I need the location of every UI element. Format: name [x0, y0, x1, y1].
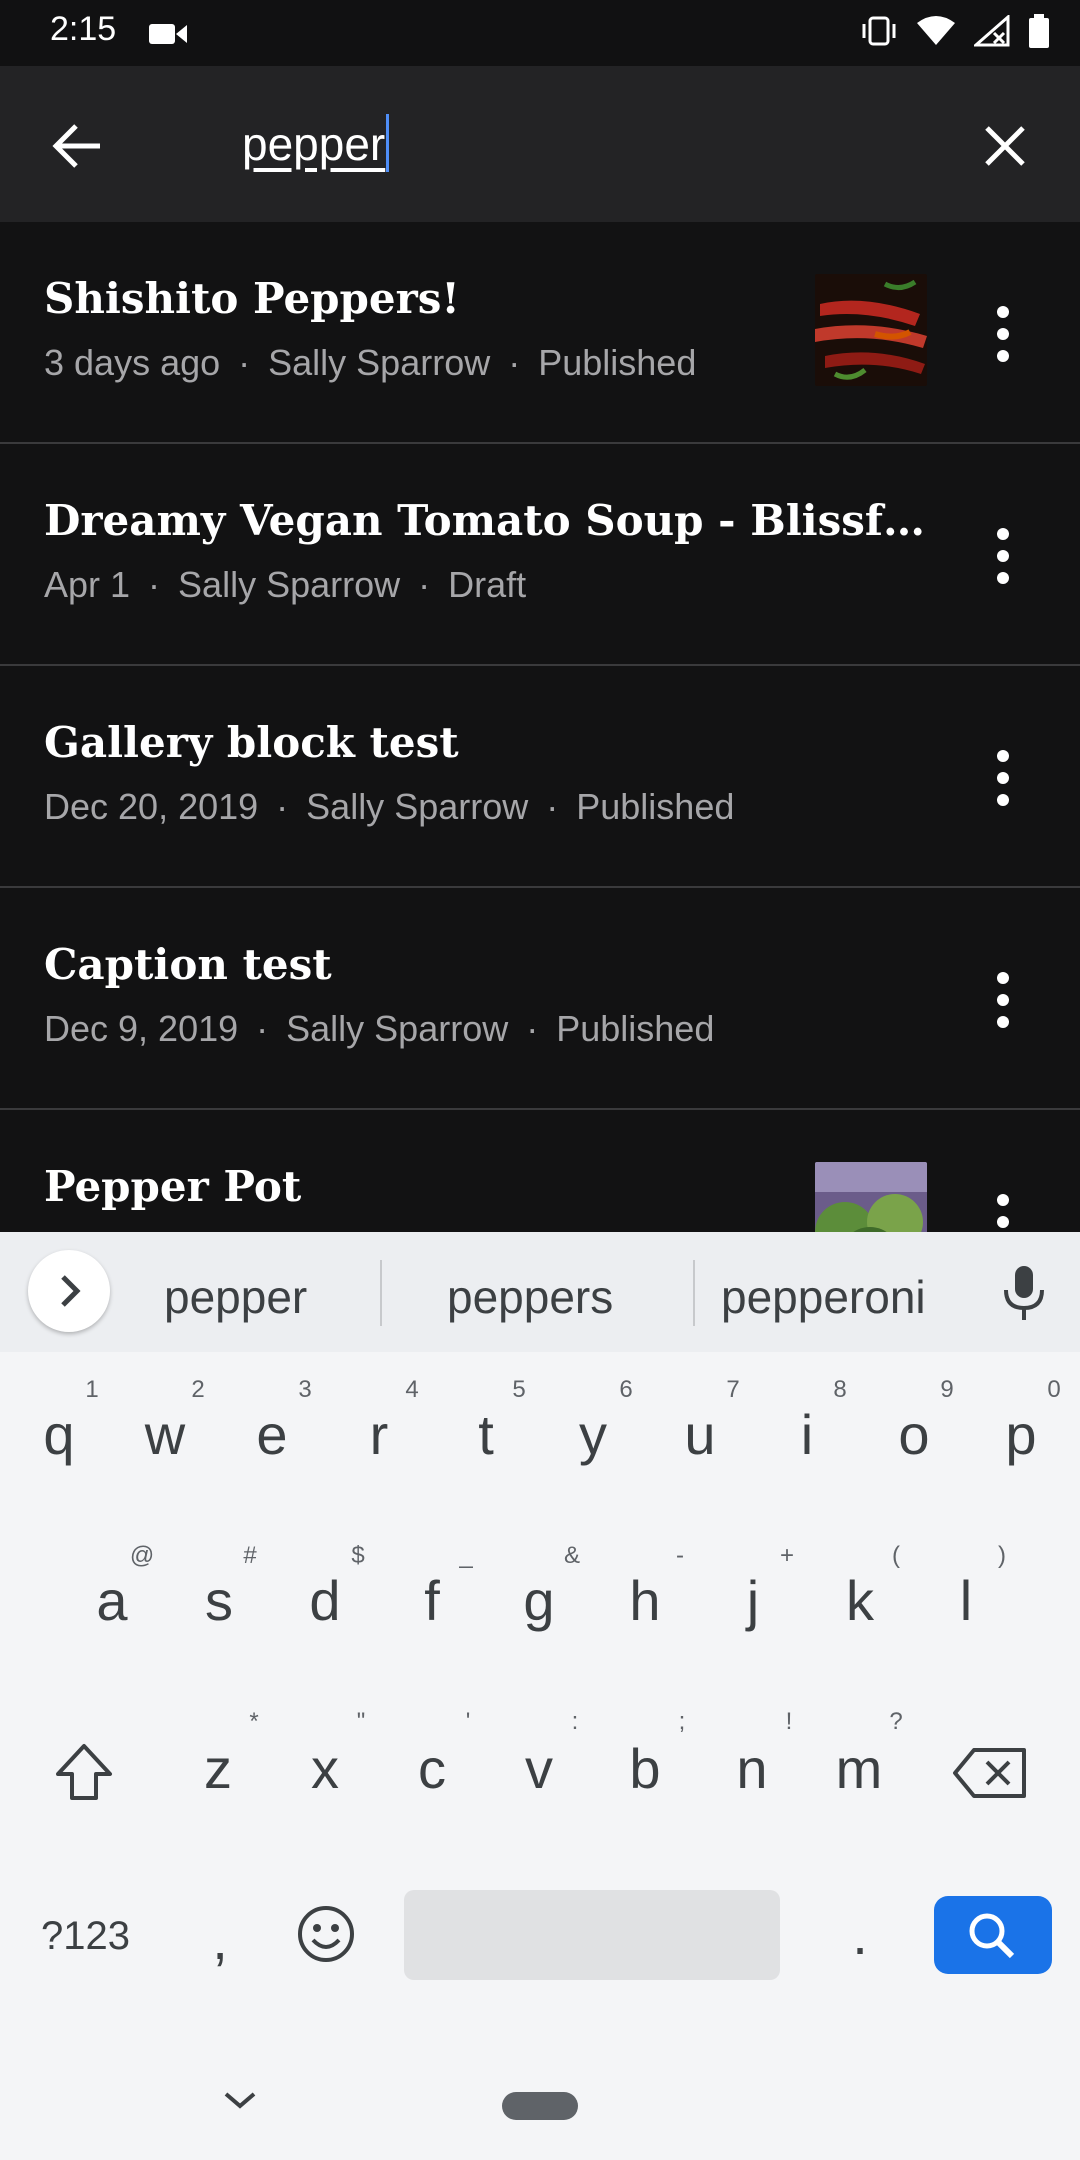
more-options-icon[interactable]	[985, 970, 1021, 1030]
more-options-icon[interactable]	[985, 1192, 1021, 1232]
key-d[interactable]: d	[285, 1568, 365, 1633]
key-z[interactable]: z	[178, 1736, 258, 1801]
key-y[interactable]: y	[553, 1402, 633, 1467]
key-r[interactable]: r	[339, 1402, 419, 1467]
close-icon[interactable]	[975, 116, 1035, 176]
post-meta: Dec 20, 2019 · Sally Sparrow · Published	[44, 786, 735, 827]
post-thumbnail	[815, 274, 927, 386]
key-b[interactable]: b	[605, 1736, 685, 1801]
key-c[interactable]: c	[392, 1736, 472, 1801]
post-date: Dec 20, 2019	[44, 786, 259, 827]
post-author: Sally Sparrow	[178, 564, 401, 605]
key-q[interactable]: q	[19, 1402, 99, 1467]
period-key[interactable]: .	[820, 1902, 900, 1967]
post-thumbnail	[815, 1162, 927, 1232]
expand-toolbar-button[interactable]	[28, 1250, 110, 1332]
status-bar: 2:15	[0, 0, 1080, 66]
post-title: Dreamy Vegan Tomato Soup - Blissful B...	[44, 496, 944, 545]
search-toolbar: pepper	[0, 66, 1080, 222]
post-status: Draft	[448, 564, 527, 605]
shift-key[interactable]	[52, 1740, 116, 1804]
home-handle[interactable]	[502, 2092, 578, 2120]
symbols-key[interactable]: ?123	[41, 1914, 130, 1959]
text-cursor	[386, 114, 390, 172]
post-status: Published	[556, 1008, 715, 1049]
divider	[693, 1260, 695, 1326]
search-query-text: pepper	[242, 118, 386, 170]
key-o[interactable]: o	[874, 1402, 954, 1467]
post-title: Gallery block test	[44, 718, 459, 767]
status-icons	[860, 14, 1050, 48]
post-author: Sally Sparrow	[268, 342, 491, 383]
list-item[interactable]: Pepper Pot	[0, 1110, 1080, 1232]
microphone-icon[interactable]	[1000, 1264, 1048, 1324]
key-l[interactable]: l	[926, 1568, 1006, 1633]
key-s[interactable]: s	[179, 1568, 259, 1633]
key-g[interactable]: g	[499, 1568, 579, 1633]
post-author: Sally Sparrow	[286, 1008, 509, 1049]
key-i[interactable]: i	[767, 1402, 847, 1467]
key-p[interactable]: p	[981, 1402, 1061, 1467]
post-status: Published	[576, 786, 735, 827]
key-k[interactable]: k	[820, 1568, 900, 1633]
cell-signal-icon	[974, 15, 1010, 47]
wifi-icon	[917, 16, 955, 45]
search-submit-button[interactable]	[934, 1896, 1052, 1974]
key-t[interactable]: t	[446, 1402, 526, 1467]
vibrate-icon	[862, 16, 896, 46]
hide-keyboard-icon[interactable]	[222, 2088, 258, 2112]
suggestion-strip: pepper peppers pepperoni	[0, 1232, 1080, 1352]
video-camera-icon	[149, 24, 187, 44]
list-item[interactable]: Shishito Peppers! 3 days ago · Sally Sparr…	[0, 222, 1080, 444]
suggestion-2[interactable]: peppers	[447, 1270, 613, 1324]
key-j[interactable]: j	[713, 1568, 793, 1633]
post-title: Shishito Peppers!	[44, 274, 460, 323]
on-screen-keyboard: pepper peppers pepperoni 1q 2w 3e 4r 5t …	[0, 1232, 1080, 2160]
key-f[interactable]: f	[392, 1568, 472, 1633]
status-time: 2:15	[50, 10, 117, 48]
comma-key[interactable]: ,	[180, 1907, 260, 1972]
search-input[interactable]: pepper	[242, 114, 390, 172]
post-meta: Apr 1 · Sally Sparrow · Draft	[44, 564, 527, 605]
post-status: Published	[538, 342, 697, 383]
emoji-icon[interactable]	[296, 1904, 356, 1964]
suggestion-1[interactable]: pepper	[164, 1270, 307, 1324]
suggestion-3[interactable]: pepperoni	[721, 1270, 926, 1324]
back-arrow-icon[interactable]	[48, 116, 108, 176]
backspace-key[interactable]	[952, 1746, 1028, 1800]
post-meta: 3 days ago · Sally Sparrow · Published	[44, 342, 697, 383]
chevron-right-icon	[61, 1275, 81, 1307]
list-item[interactable]: Dreamy Vegan Tomato Soup - Blissful B...…	[0, 444, 1080, 666]
post-title: Pepper Pot	[44, 1162, 302, 1211]
key-x[interactable]: x	[285, 1736, 365, 1801]
battery-icon	[1029, 14, 1049, 48]
more-options-icon[interactable]	[985, 748, 1021, 808]
post-meta: Dec 9, 2019 · Sally Sparrow · Published	[44, 1008, 715, 1049]
space-bar[interactable]	[404, 1890, 780, 1980]
post-title: Caption test	[44, 940, 332, 989]
key-u[interactable]: u	[660, 1402, 740, 1467]
key-w[interactable]: w	[125, 1402, 205, 1467]
post-author: Sally Sparrow	[306, 786, 529, 827]
key-v[interactable]: v	[499, 1736, 579, 1801]
list-item[interactable]: Gallery block test Dec 20, 2019 · Sally Sp…	[0, 666, 1080, 888]
post-list: Shishito Peppers! 3 days ago · Sally Sparr…	[0, 222, 1080, 1232]
list-item[interactable]: Caption test Dec 9, 2019 · Sally Sparrow · P…	[0, 888, 1080, 1110]
key-a[interactable]: a	[72, 1568, 152, 1633]
key-n[interactable]: n	[712, 1736, 792, 1801]
more-options-icon[interactable]	[985, 526, 1021, 586]
key-e[interactable]: e	[232, 1402, 312, 1467]
post-date: 3 days ago	[44, 342, 221, 383]
more-options-icon[interactable]	[985, 304, 1021, 364]
search-icon	[969, 1913, 1015, 1959]
divider	[380, 1260, 382, 1326]
post-date: Dec 9, 2019	[44, 1008, 239, 1049]
post-date: Apr 1	[44, 564, 131, 605]
key-m[interactable]: m	[819, 1736, 899, 1801]
key-h[interactable]: h	[605, 1568, 685, 1633]
